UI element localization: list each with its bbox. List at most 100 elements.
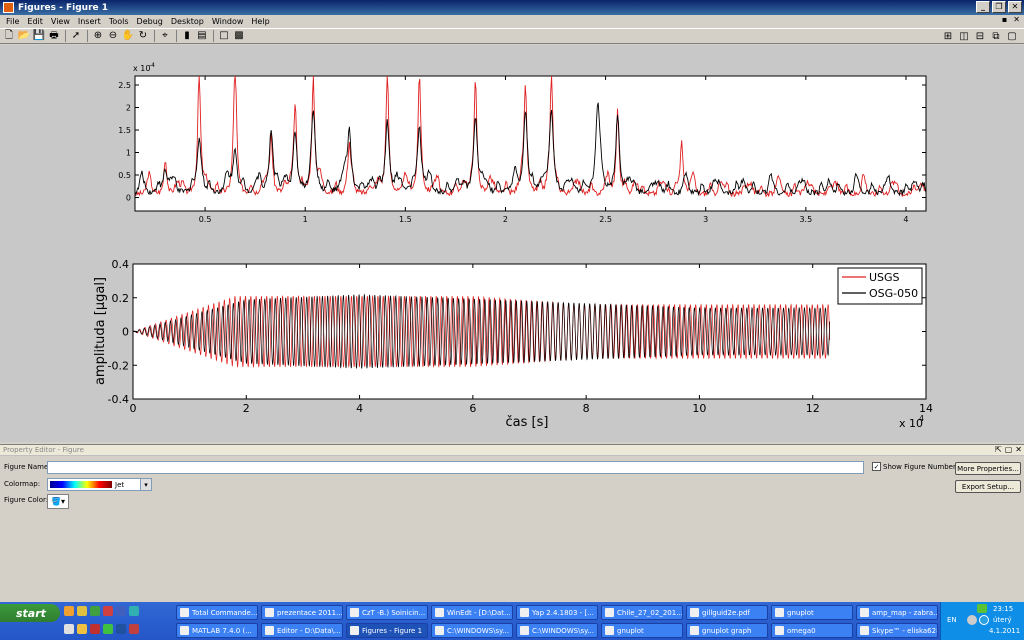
colormap-select[interactable]: Jet ▾ (47, 478, 152, 491)
app-icon[interactable] (103, 606, 113, 616)
pointer-icon[interactable]: ➚ (69, 30, 83, 43)
menu-window[interactable]: Window (208, 17, 248, 26)
taskbar-button-label: CzT -B.) Soinicin... (362, 608, 426, 617)
figure-canvas[interactable]: 0.5 1 1.5 2 2.5 3 3.5 4 0 0.5 1 1.5 2 2.5 x 10 -4 0 2 4 6 8 1… (0, 45, 1024, 442)
top-y-tick-label: 0.5 (118, 171, 131, 180)
network-icon[interactable] (977, 604, 987, 613)
pe-dock-icon[interactable]: ▢ (1005, 445, 1013, 454)
taskbar-button[interactable]: gnuplot (771, 605, 853, 620)
checkbox-checked-icon[interactable]: ✓ (872, 462, 881, 471)
zoom-out-icon[interactable]: ⊖ (106, 30, 120, 43)
print-icon[interactable]: 🖶 (47, 30, 61, 43)
legend-icon[interactable]: ▤ (195, 30, 209, 43)
taskbar-button[interactable]: gnuplot (601, 623, 683, 638)
menu-tools[interactable]: Tools (105, 17, 133, 26)
taskbar-button[interactable]: Figures - Figure 1 (346, 623, 428, 638)
app-icon[interactable] (77, 624, 87, 634)
show-figure-number-checkbox[interactable]: ✓ Show Figure Number (872, 462, 956, 471)
app-icon (180, 608, 189, 617)
taskbar-button[interactable]: Chile_27_02_201... (601, 605, 683, 620)
tray-icon[interactable] (967, 615, 977, 625)
taskbar-button[interactable]: Editor - D:\Data\... (261, 623, 343, 638)
zoom-in-icon[interactable]: ⊕ (91, 30, 105, 43)
pe-undock-icon[interactable]: ⇱ (995, 445, 1002, 454)
show-plot-tools-icon[interactable]: ▩ (232, 30, 246, 43)
open-icon[interactable]: 📂 (17, 30, 31, 43)
firefox-icon[interactable] (64, 606, 74, 616)
tile-icon[interactable]: ⊞ (941, 30, 955, 43)
taskbar-button[interactable]: Skype™ - eliska628 (856, 623, 938, 638)
window-title-bar[interactable]: Figures - Figure 1 _ ❐ ✕ (0, 0, 1024, 15)
new-icon[interactable]: 🗋 (2, 30, 16, 43)
bottom-y-tick-label: -0.2 (108, 359, 129, 372)
taskbar-button[interactable]: WinEdt - [D:\Dat... (431, 605, 513, 620)
hide-plot-tools-icon[interactable]: □ (217, 30, 231, 43)
figure-svg: 0.5 1 1.5 2 2.5 3 3.5 400.511.522.5x 10-40 2 4 6 8 1… (93, 62, 933, 430)
taskbar-button[interactable]: CzT -B.) Soinicin... (346, 605, 428, 620)
menu-desktop[interactable]: Desktop (167, 17, 208, 26)
taskbar-button[interactable]: amp_map - zabra... (856, 605, 938, 620)
figure-name-input[interactable] (47, 461, 864, 474)
left-right-icon[interactable]: ◫ (957, 30, 971, 43)
start-button[interactable]: start (0, 604, 60, 622)
minimize-button[interactable]: _ (976, 1, 990, 13)
taskbar-button[interactable]: gnuplot graph (686, 623, 768, 638)
app-icon[interactable] (129, 624, 139, 634)
system-tray: EN 23:15 úterý 4.1.2011 (940, 602, 1024, 640)
menu-debug[interactable]: Debug (133, 17, 167, 26)
taskbar-button-label: gillguid2e.pdf (702, 608, 750, 617)
taskbar-button[interactable]: Yap 2.4.1803 - [... (516, 605, 598, 620)
taskbar-button[interactable]: gillguid2e.pdf (686, 605, 768, 620)
menu-insert[interactable]: Insert (74, 17, 105, 26)
save-icon[interactable]: 💾 (32, 30, 46, 43)
close-button[interactable]: ✕ (1008, 1, 1022, 13)
rotate-icon[interactable]: ↻ (136, 30, 150, 43)
menu-file[interactable]: File (2, 17, 23, 26)
menu-edit[interactable]: Edit (23, 17, 47, 26)
taskbar-button[interactable]: MATLAB 7.4.0 (... (176, 623, 258, 638)
app-icon[interactable] (116, 606, 126, 616)
chevron-down-icon[interactable]: ▾ (140, 479, 151, 490)
export-setup-button[interactable]: Export Setup... (955, 480, 1021, 493)
taskbar-button-label: C:\WINDOWS\sy... (532, 626, 594, 635)
app-icon[interactable] (64, 624, 74, 634)
app-icon (435, 626, 444, 635)
clock-time[interactable]: 23:15 (993, 605, 1013, 613)
toolbar-separator (65, 30, 66, 42)
app-icon[interactable] (90, 624, 100, 634)
toolbar-separator (87, 30, 88, 42)
app-icon (180, 626, 189, 635)
taskbar-button-label: Yap 2.4.1803 - [... (532, 608, 594, 617)
top-x-tick-label: 3 (703, 215, 708, 224)
maximize-button[interactable]: ❐ (992, 1, 1006, 13)
top-bottom-icon[interactable]: ⊟ (973, 30, 987, 43)
taskbar-button[interactable]: C:\WINDOWS\sy... (516, 623, 598, 638)
maximize-figure-icon[interactable]: ▢ (1005, 30, 1019, 43)
colorbar-icon[interactable]: ▮ (180, 30, 194, 43)
app-icon[interactable] (90, 606, 100, 616)
folder-icon[interactable] (77, 606, 87, 616)
language-indicator[interactable]: EN (947, 616, 957, 624)
figure-color-button[interactable]: 🪣▾ (47, 494, 69, 509)
menu-view[interactable]: View (47, 17, 74, 26)
menu-minimize-icon[interactable]: ▪ (1002, 15, 1007, 24)
taskbar-button[interactable]: Total Commande... (176, 605, 258, 620)
data-cursor-icon[interactable]: ⌖ (158, 30, 172, 43)
app-icon[interactable] (103, 624, 113, 634)
menu-close-icon[interactable]: ✕ (1013, 15, 1020, 24)
top-y-tick-label: 1 (126, 149, 131, 158)
more-properties-button[interactable]: More Properties... (955, 462, 1021, 475)
float-icon[interactable]: ⧉ (989, 30, 1003, 43)
taskbar-button[interactable]: prezentace 2011... (261, 605, 343, 620)
skype-icon[interactable] (979, 615, 989, 625)
taskbar-button[interactable]: omega0 (771, 623, 853, 638)
pan-icon[interactable]: ✋ (121, 30, 135, 43)
menu-help[interactable]: Help (247, 17, 273, 26)
top-y-exponent-power: -4 (149, 62, 155, 69)
app-icon (775, 626, 784, 635)
app-icon[interactable] (116, 624, 126, 634)
pe-close-icon[interactable]: ✕ (1015, 445, 1022, 454)
taskbar-button[interactable]: C:\WINDOWS\sy... (431, 623, 513, 638)
app-icon (350, 626, 359, 635)
app-icon[interactable] (129, 606, 139, 616)
